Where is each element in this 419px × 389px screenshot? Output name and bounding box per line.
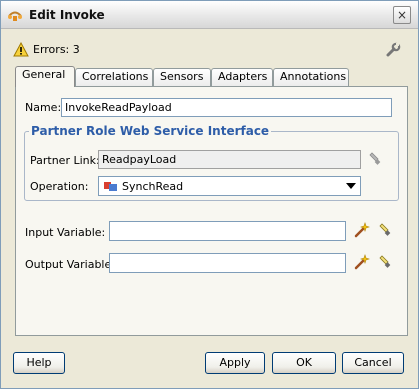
partner-role-group: Partner Role Web Service Interface Partn… [24, 124, 399, 201]
ok-button[interactable]: OK [272, 352, 336, 374]
tab-label: Adapters [218, 70, 268, 83]
close-icon: × [396, 8, 408, 22]
add-variable-icon[interactable] [354, 254, 370, 270]
output-variable-label: Output Variable: [25, 258, 115, 271]
help-button-label: Help [26, 356, 52, 369]
tab-adapters[interactable]: Adapters [211, 68, 273, 86]
title-bar: Edit Invoke × [1, 1, 418, 29]
close-button[interactable]: × [393, 6, 411, 24]
chevron-down-icon [346, 183, 356, 189]
wrench-icon[interactable] [385, 42, 401, 58]
partner-link-field: ReadpayLoad [98, 150, 361, 169]
operation-select[interactable]: SynchRead [98, 176, 361, 196]
edit-invoke-dialog: Edit Invoke × Errors: 3 General Correlat… [0, 0, 419, 389]
operation-value: SynchRead [122, 180, 184, 193]
dialog-title: Edit Invoke [29, 8, 105, 22]
apply-button[interactable]: Apply [205, 352, 265, 374]
tab-label: Sensors [160, 70, 204, 83]
partner-link-value: ReadpayLoad [102, 153, 177, 166]
name-label-text: Name: [25, 101, 62, 114]
name-input[interactable]: InvokeReadPayload [61, 98, 392, 117]
tab-label: Correlations [82, 70, 149, 83]
general-tab-panel: Name: InvokeReadPayload Partner Role Web… [15, 86, 408, 336]
tab-label: Annotations [280, 70, 347, 83]
name-label: Name: [25, 101, 61, 114]
flashlight-icon[interactable] [377, 254, 393, 270]
help-button[interactable]: Help [13, 352, 65, 374]
cancel-button-label: Cancel [354, 356, 392, 369]
group-title: Partner Role Web Service Interface [29, 124, 272, 138]
ok-button-label: OK [296, 356, 312, 369]
operation-icon [104, 182, 117, 191]
tab-strip: General Correlations Sensors Adapters An… [15, 66, 405, 87]
output-variable-field[interactable] [109, 253, 346, 273]
input-variable-field[interactable] [109, 221, 346, 241]
apply-button-label: Apply [219, 356, 251, 369]
input-variable-label: Input Variable: [25, 226, 106, 239]
tab-label: General [22, 68, 66, 81]
tab-general[interactable]: General [15, 66, 75, 87]
bpel-invoke-icon [8, 11, 22, 21]
cancel-button[interactable]: Cancel [342, 352, 404, 374]
partner-link-label: Partner Link: [30, 154, 100, 167]
flashlight-icon[interactable] [367, 151, 383, 167]
tab-sensors[interactable]: Sensors [153, 68, 211, 86]
add-variable-icon[interactable] [354, 222, 370, 238]
warning-icon [13, 42, 29, 57]
name-value: InvokeReadPayload [65, 101, 172, 114]
tab-correlations[interactable]: Correlations [75, 68, 153, 86]
errors-count: Errors: 3 [33, 43, 80, 56]
operation-label: Operation: [30, 180, 89, 193]
flashlight-icon[interactable] [377, 222, 393, 238]
tab-annotations[interactable]: Annotations [273, 68, 349, 86]
